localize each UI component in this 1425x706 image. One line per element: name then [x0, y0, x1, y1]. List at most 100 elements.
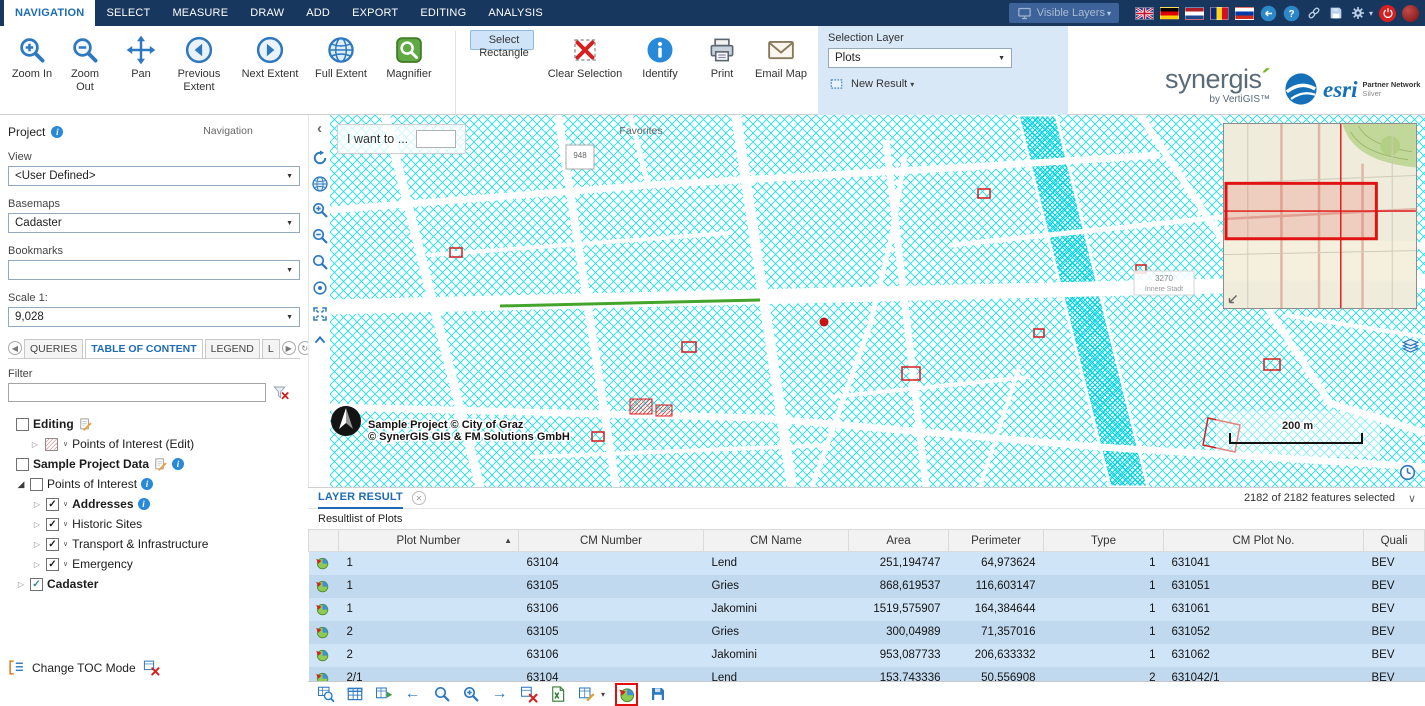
addresses-checkbox[interactable]: ✓ [46, 498, 59, 511]
expand-icon[interactable]: ▷ [16, 580, 26, 589]
tab-table-of-content[interactable]: TABLE OF CONTENT [85, 339, 202, 358]
selection-layer-select[interactable]: Plots ▼ [828, 48, 1012, 68]
expand-icon[interactable]: ▷ [32, 540, 42, 549]
basemaps-select[interactable]: Cadaster ▼ [8, 213, 300, 233]
transport-checkbox[interactable]: ✓ [46, 538, 59, 551]
info-icon[interactable]: i [141, 478, 153, 490]
identify-button[interactable]: Identify [634, 30, 686, 86]
next-page-icon[interactable]: → [490, 685, 509, 704]
uk-flag-icon[interactable] [1135, 7, 1154, 20]
full-extent-icon[interactable] [311, 175, 329, 193]
zoom-all-icon[interactable] [461, 685, 480, 704]
table-row[interactable]: 263105Gries 300,0498971,357016 1631052BE… [309, 621, 1425, 644]
fullscreen-icon[interactable] [311, 305, 329, 323]
visible-layers-button[interactable]: Visible Layers ▾ [1009, 3, 1119, 23]
germany-flag-icon[interactable] [1160, 7, 1179, 20]
menu-tab-analysis[interactable]: ANALYSIS [477, 0, 554, 26]
sample-data-checkbox[interactable] [16, 458, 29, 471]
select-rectangle-button[interactable]: Select Rectangle [470, 30, 534, 50]
zoom-selected-icon[interactable] [432, 685, 451, 704]
col-perimeter[interactable]: Perimeter [949, 530, 1044, 552]
new-result-button[interactable]: New Result ▾ [828, 77, 1058, 91]
chevron-down-icon[interactable]: ∨ [63, 500, 68, 508]
open-table-icon[interactable] [345, 685, 364, 704]
tab-layers-truncated[interactable]: L [262, 339, 280, 358]
collapse-panel-icon[interactable]: ∨ [1408, 492, 1416, 505]
link-icon[interactable] [1306, 5, 1322, 21]
tabs-scroll-right-icon[interactable]: ▶ [282, 341, 296, 355]
close-icon[interactable]: ✕ [412, 491, 426, 505]
table-settings-icon[interactable] [577, 685, 596, 704]
previous-extent-button[interactable]: Previous Extent [170, 30, 228, 99]
netherlands-flag-icon[interactable] [1185, 7, 1204, 20]
pan-button[interactable]: Pan [120, 30, 162, 86]
menu-tab-navigation[interactable]: NAVIGATION [4, 0, 95, 26]
historic-sites-checkbox[interactable]: ✓ [46, 518, 59, 531]
tabs-scroll-left-icon[interactable]: ◀ [8, 341, 22, 355]
bookmarks-select[interactable]: ▼ [8, 260, 300, 280]
help-icon[interactable] [1283, 5, 1300, 22]
table-row[interactable]: 263106Jakomini 953,087733206,633332 1631… [309, 644, 1425, 667]
view-select[interactable]: <User Defined> ▼ [8, 166, 300, 186]
refresh-map-icon[interactable] [311, 149, 329, 167]
overview-resize-icon[interactable] [1226, 292, 1240, 306]
zoom-in-button[interactable]: Zoom In [8, 30, 56, 86]
filter-input[interactable] [8, 383, 266, 402]
zoom-in-icon[interactable] [311, 201, 329, 219]
tab-queries[interactable]: QUERIES [24, 339, 83, 358]
result-row-icon[interactable] [315, 648, 329, 662]
col-cm-name[interactable]: CM Name [704, 530, 849, 552]
tree-item-transport-infrastructure[interactable]: ▷ ✓ ∨ Transport & Infrastructure [8, 534, 300, 554]
menu-tab-measure[interactable]: MEASURE [161, 0, 239, 26]
tree-item-sample-project-data[interactable]: Sample Project Data i [8, 454, 300, 474]
chevron-down-icon[interactable]: ▾ [601, 690, 605, 699]
collapse-icon[interactable]: ◢ [16, 479, 26, 490]
menu-tab-select[interactable]: SELECT [95, 0, 161, 26]
scroll-up-icon[interactable] [311, 331, 329, 349]
save-results-icon[interactable] [648, 685, 667, 704]
col-plot-number[interactable]: Plot Number▲ [339, 530, 519, 552]
map-viewport[interactable]: 948 3270 Innere Stadt Sample Project © C… [330, 115, 1425, 487]
session-icon[interactable] [1402, 5, 1419, 22]
zoom-window-icon[interactable] [311, 253, 329, 271]
table-row[interactable]: 2/163104Lend 153,74333650,556908 2631042… [309, 667, 1425, 682]
romania-flag-icon[interactable] [1210, 7, 1229, 20]
result-row-icon[interactable] [315, 556, 329, 570]
zoom-out-icon[interactable] [311, 227, 329, 245]
tree-item-points-of-interest[interactable]: ◢ Points of Interest i [8, 474, 300, 494]
save-icon[interactable] [1328, 5, 1344, 21]
menu-tab-add[interactable]: ADD [295, 0, 341, 26]
expand-icon[interactable]: ▷ [32, 560, 42, 569]
tree-item-historic-sites[interactable]: ▷ ✓ ∨ Historic Sites [8, 514, 300, 534]
cadaster-checkbox[interactable]: ✓ [30, 578, 43, 591]
chevron-down-icon[interactable]: ∨ [63, 520, 68, 528]
chevron-down-icon[interactable]: ∨ [63, 540, 68, 548]
tree-item-poi-edit[interactable]: ▷ ∨ Points of Interest (Edit) [8, 434, 300, 454]
clear-filter-icon[interactable] [272, 384, 290, 402]
power-icon[interactable] [1379, 5, 1396, 22]
chevron-down-icon[interactable]: ∨ [63, 560, 68, 568]
menu-tab-draw[interactable]: DRAW [239, 0, 295, 26]
col-cm-plot-no[interactable]: CM Plot No. [1164, 530, 1364, 552]
tree-item-emergency[interactable]: ▷ ✓ ∨ Emergency [8, 554, 300, 574]
remove-selection-icon[interactable] [519, 685, 538, 704]
history-clock-icon[interactable] [1398, 463, 1417, 482]
poi-checkbox[interactable] [30, 478, 43, 491]
create-result-active-icon[interactable] [615, 683, 638, 706]
result-row-icon[interactable] [315, 625, 329, 639]
col-area[interactable]: Area [849, 530, 949, 552]
table-row[interactable]: 163105Gries 868,619537116,603147 1631051… [309, 575, 1425, 598]
tree-item-cadaster[interactable]: ▷ ✓ Cadaster [8, 574, 300, 594]
back-icon[interactable] [1260, 5, 1277, 22]
full-extent-button[interactable]: Full Extent [310, 30, 372, 86]
settings-gear-icon[interactable] [1350, 5, 1366, 21]
result-row-icon[interactable] [315, 602, 329, 616]
magnifier-button[interactable]: Magnifier [380, 30, 438, 86]
clear-selection-button[interactable]: Clear Selection [544, 30, 626, 86]
expand-icon[interactable]: ▷ [32, 500, 42, 509]
expand-icon[interactable]: ▷ [30, 440, 40, 449]
center-map-icon[interactable] [311, 279, 329, 297]
result-row-icon[interactable] [315, 579, 329, 593]
table-row[interactable]: 163104Lend 251,19474764,973624 1631041BE… [309, 552, 1425, 575]
chevron-down-icon[interactable]: ∨ [63, 440, 68, 448]
